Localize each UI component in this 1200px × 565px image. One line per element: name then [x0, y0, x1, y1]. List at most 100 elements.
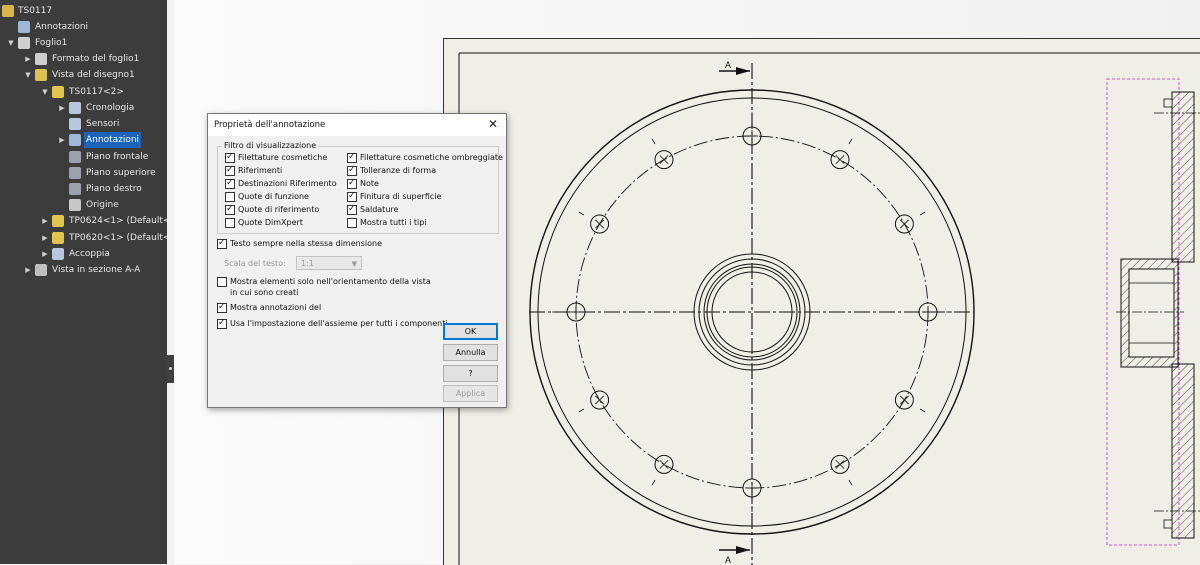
mates-icon	[52, 248, 64, 260]
bolt-hole-tick	[848, 138, 853, 145]
checkbox-box	[347, 164, 357, 176]
text-scale-value: 1:1	[301, 259, 314, 268]
drawing-doc-icon	[2, 5, 14, 17]
tree-item-label: Vista del disegno1	[52, 70, 135, 80]
section-lower-flange	[1171, 363, 1195, 539]
apply-button[interactable]: Applica	[443, 385, 498, 402]
bolt-hole-tick	[848, 479, 853, 486]
tree-item-label: Origine	[86, 200, 119, 210]
splitter-grip-icon	[169, 367, 172, 370]
expand-right-icon[interactable]: ▶	[23, 262, 33, 278]
checkbox-label: Destinazioni Riferimento	[238, 179, 337, 188]
part-icon	[52, 215, 64, 227]
expand-down-icon[interactable]: ▼	[23, 67, 33, 83]
tree-item[interactable]: ▶ Vista in sezione A-A	[0, 262, 167, 278]
tree-item[interactable]: Piano frontale	[0, 149, 167, 165]
section-view-icon	[35, 264, 47, 276]
annotation-properties-dialog: Proprietà dell'annotazione ✕ Filtro di v…	[207, 113, 507, 408]
checkbox-label: Riferimenti	[238, 166, 283, 175]
expand-right-icon[interactable]: ▶	[57, 132, 67, 148]
plane-icon	[69, 151, 81, 163]
checkbox-box	[225, 192, 235, 202]
checkbox-label-line1: Mostra elementi solo nell'orientamento d…	[230, 277, 431, 286]
tree-item[interactable]: ▼ TS0117<2>	[0, 84, 167, 100]
section-upper-flange	[1171, 91, 1195, 263]
tree-item-label: Cronologia	[86, 103, 135, 113]
annotation-icon	[69, 134, 81, 146]
section-arrowhead-top	[736, 67, 750, 75]
checkbox-label: Quote di riferimento	[238, 205, 320, 214]
checkbox-box	[225, 218, 235, 228]
checkbox-label-line2: in cui sono creati	[230, 288, 299, 297]
drawing-sheet[interactable]: AA	[443, 38, 1200, 565]
chevron-down-icon: ▼	[351, 260, 357, 268]
annotation-icon	[18, 21, 30, 33]
help-button[interactable]: ?	[443, 365, 498, 382]
checkbox-label: Mostra tutti i tipi	[360, 218, 427, 227]
checkbox-box	[217, 277, 227, 287]
tree-item[interactable]: ▼ Foglio1	[0, 35, 167, 51]
tree-item[interactable]: Piano superiore	[0, 165, 167, 181]
tree-item-label: Accoppia	[69, 249, 110, 259]
checkbox-box	[347, 151, 357, 163]
tree-item[interactable]: ▶ TP0620<1> (Default<	[0, 230, 167, 246]
tree-item[interactable]: TS0117	[0, 3, 167, 19]
dialog-title: Proprietà dell'annotazione	[214, 120, 326, 130]
feature-manager-tree: TS0117 Annotazioni ▼ Foglio1 ▶ Formato del fo…	[0, 0, 167, 564]
bolt-hole-tick	[651, 479, 656, 486]
tree-item-label: TP0620<1> (Default<	[69, 233, 167, 243]
tree-item[interactable]: ▶ Cronologia	[0, 100, 167, 116]
tree-item-label: Sensori	[86, 119, 120, 129]
close-icon[interactable]: ✕	[488, 117, 498, 131]
tree-item-label: Formato del foglio1	[52, 54, 140, 64]
tree-item[interactable]: Annotazioni	[0, 19, 167, 35]
bolt-hole-tick	[578, 408, 585, 413]
tree-item[interactable]: ▼ Vista del disegno1	[0, 67, 167, 83]
tree-item-label: Piano superiore	[86, 168, 156, 178]
checkbox-label: Filettature cosmetiche ombreggiate	[360, 153, 503, 162]
checkbox-label: Saldature	[360, 205, 399, 214]
checkbox-label: Finitura di superficie	[360, 192, 442, 201]
checkbox-label: Tolleranze di forma	[360, 166, 437, 175]
expand-down-icon[interactable]: ▼	[40, 84, 50, 100]
tree-item-label: Piano frontale	[86, 152, 149, 162]
text-scale-select[interactable]: 1:1 ▼	[296, 256, 362, 270]
assembly-icon	[52, 86, 64, 98]
expand-down-icon[interactable]: ▼	[6, 35, 16, 51]
tree-item[interactable]: ▶ Accoppia	[0, 246, 167, 262]
text-scale-label: Scala del testo:	[224, 259, 286, 268]
tree-item[interactable]: Sensori	[0, 116, 167, 132]
dialog-title-bar[interactable]: Proprietà dell'annotazione ✕	[208, 114, 506, 136]
section-label-top: A	[725, 60, 731, 70]
expand-right-icon[interactable]: ▶	[23, 51, 33, 67]
tree-item[interactable]: ▶ TP0624<1> (Default<	[0, 213, 167, 229]
panel-splitter[interactable]	[167, 355, 174, 383]
cancel-button[interactable]: Annulla	[443, 344, 498, 361]
checkbox-label: Usa l'impostazione dell'assieme per tutt…	[230, 319, 448, 328]
tree-item[interactable]: ▶ Annotazioni	[0, 132, 167, 148]
checkbox-box	[225, 164, 235, 176]
ok-button[interactable]: OK	[443, 323, 498, 340]
tree-item[interactable]: Piano destro	[0, 181, 167, 197]
checkbox-box	[217, 317, 227, 329]
checkbox-box	[225, 177, 235, 189]
checkbox-box	[217, 301, 227, 313]
tree-item[interactable]: Origine	[0, 197, 167, 213]
checkbox-box	[225, 151, 235, 163]
drawing-view-icon	[35, 69, 47, 81]
expand-right-icon[interactable]: ▶	[40, 230, 50, 246]
tree-item[interactable]: ▶ Formato del foglio1	[0, 51, 167, 67]
part-icon	[52, 232, 64, 244]
expand-right-icon[interactable]: ▶	[57, 100, 67, 116]
expand-right-icon[interactable]: ▶	[40, 213, 50, 229]
bolt-hole-tick	[651, 138, 656, 145]
checkbox-box	[347, 190, 357, 202]
tree-item-label: Vista in sezione A-A	[52, 265, 141, 275]
bolt-hole-tick	[919, 211, 926, 216]
tree-item-label: Annotazioni	[35, 22, 89, 32]
checkbox-box	[347, 177, 357, 189]
tree-item-label: Piano destro	[86, 184, 142, 194]
drawing-svg: AA	[458, 52, 1200, 565]
expand-right-icon[interactable]: ▶	[40, 246, 50, 262]
checkbox-box	[217, 237, 227, 249]
